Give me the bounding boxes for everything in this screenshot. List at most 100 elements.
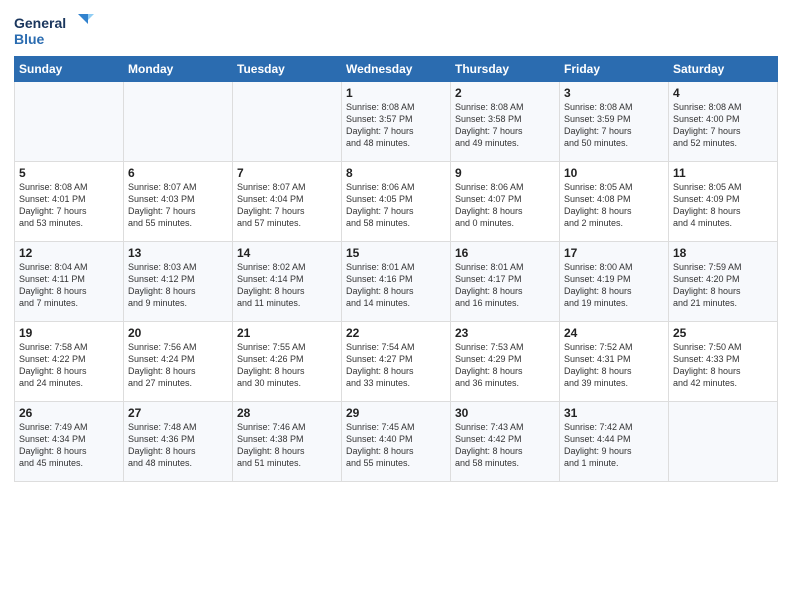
calendar-week-row: 26Sunrise: 7:49 AMSunset: 4:34 PMDayligh…: [15, 402, 778, 482]
day-number: 5: [19, 166, 119, 180]
calendar-cell: 9Sunrise: 8:06 AMSunset: 4:07 PMDaylight…: [451, 162, 560, 242]
day-number: 16: [455, 246, 555, 260]
calendar-cell: 26Sunrise: 7:49 AMSunset: 4:34 PMDayligh…: [15, 402, 124, 482]
calendar-cell: 2Sunrise: 8:08 AMSunset: 3:58 PMDaylight…: [451, 82, 560, 162]
header: General Blue: [14, 10, 778, 50]
calendar-cell: 1Sunrise: 8:08 AMSunset: 3:57 PMDaylight…: [342, 82, 451, 162]
calendar-cell: 19Sunrise: 7:58 AMSunset: 4:22 PMDayligh…: [15, 322, 124, 402]
calendar-cell: 21Sunrise: 7:55 AMSunset: 4:26 PMDayligh…: [233, 322, 342, 402]
day-number: 20: [128, 326, 228, 340]
day-info: Sunrise: 8:06 AMSunset: 4:07 PMDaylight:…: [455, 181, 555, 230]
calendar-cell: [124, 82, 233, 162]
calendar-cell: 6Sunrise: 8:07 AMSunset: 4:03 PMDaylight…: [124, 162, 233, 242]
day-number: 23: [455, 326, 555, 340]
day-number: 30: [455, 406, 555, 420]
calendar-cell: 8Sunrise: 8:06 AMSunset: 4:05 PMDaylight…: [342, 162, 451, 242]
calendar-cell: 14Sunrise: 8:02 AMSunset: 4:14 PMDayligh…: [233, 242, 342, 322]
calendar-cell: 27Sunrise: 7:48 AMSunset: 4:36 PMDayligh…: [124, 402, 233, 482]
day-info: Sunrise: 7:42 AMSunset: 4:44 PMDaylight:…: [564, 421, 664, 470]
calendar-cell: 10Sunrise: 8:05 AMSunset: 4:08 PMDayligh…: [560, 162, 669, 242]
day-number: 10: [564, 166, 664, 180]
header-day: Saturday: [669, 57, 778, 82]
calendar-table: SundayMondayTuesdayWednesdayThursdayFrid…: [14, 56, 778, 482]
day-info: Sunrise: 8:05 AMSunset: 4:08 PMDaylight:…: [564, 181, 664, 230]
day-number: 24: [564, 326, 664, 340]
header-day: Sunday: [15, 57, 124, 82]
day-number: 6: [128, 166, 228, 180]
day-info: Sunrise: 7:59 AMSunset: 4:20 PMDaylight:…: [673, 261, 773, 310]
day-info: Sunrise: 8:01 AMSunset: 4:16 PMDaylight:…: [346, 261, 446, 310]
day-number: 12: [19, 246, 119, 260]
day-number: 27: [128, 406, 228, 420]
day-info: Sunrise: 8:06 AMSunset: 4:05 PMDaylight:…: [346, 181, 446, 230]
day-info: Sunrise: 7:45 AMSunset: 4:40 PMDaylight:…: [346, 421, 446, 470]
calendar-cell: 16Sunrise: 8:01 AMSunset: 4:17 PMDayligh…: [451, 242, 560, 322]
header-day: Friday: [560, 57, 669, 82]
calendar-cell: [233, 82, 342, 162]
day-info: Sunrise: 8:07 AMSunset: 4:04 PMDaylight:…: [237, 181, 337, 230]
calendar-cell: 25Sunrise: 7:50 AMSunset: 4:33 PMDayligh…: [669, 322, 778, 402]
day-number: 9: [455, 166, 555, 180]
page-container: General Blue SundayMondayTuesdayWednesda…: [0, 0, 792, 492]
day-info: Sunrise: 8:03 AMSunset: 4:12 PMDaylight:…: [128, 261, 228, 310]
day-number: 13: [128, 246, 228, 260]
calendar-cell: 11Sunrise: 8:05 AMSunset: 4:09 PMDayligh…: [669, 162, 778, 242]
calendar-cell: 4Sunrise: 8:08 AMSunset: 4:00 PMDaylight…: [669, 82, 778, 162]
day-number: 1: [346, 86, 446, 100]
calendar-cell: 17Sunrise: 8:00 AMSunset: 4:19 PMDayligh…: [560, 242, 669, 322]
day-number: 14: [237, 246, 337, 260]
calendar-week-row: 1Sunrise: 8:08 AMSunset: 3:57 PMDaylight…: [15, 82, 778, 162]
header-day: Thursday: [451, 57, 560, 82]
day-info: Sunrise: 7:56 AMSunset: 4:24 PMDaylight:…: [128, 341, 228, 390]
header-day: Monday: [124, 57, 233, 82]
calendar-cell: 5Sunrise: 8:08 AMSunset: 4:01 PMDaylight…: [15, 162, 124, 242]
day-info: Sunrise: 8:05 AMSunset: 4:09 PMDaylight:…: [673, 181, 773, 230]
day-info: Sunrise: 7:55 AMSunset: 4:26 PMDaylight:…: [237, 341, 337, 390]
day-info: Sunrise: 8:02 AMSunset: 4:14 PMDaylight:…: [237, 261, 337, 310]
calendar-cell: 31Sunrise: 7:42 AMSunset: 4:44 PMDayligh…: [560, 402, 669, 482]
calendar-cell: 15Sunrise: 8:01 AMSunset: 4:16 PMDayligh…: [342, 242, 451, 322]
logo: General Blue: [14, 10, 94, 50]
calendar-cell: 24Sunrise: 7:52 AMSunset: 4:31 PMDayligh…: [560, 322, 669, 402]
day-info: Sunrise: 8:08 AMSunset: 3:59 PMDaylight:…: [564, 101, 664, 150]
day-number: 19: [19, 326, 119, 340]
day-info: Sunrise: 8:04 AMSunset: 4:11 PMDaylight:…: [19, 261, 119, 310]
calendar-cell: 7Sunrise: 8:07 AMSunset: 4:04 PMDaylight…: [233, 162, 342, 242]
calendar-cell: 18Sunrise: 7:59 AMSunset: 4:20 PMDayligh…: [669, 242, 778, 322]
day-number: 22: [346, 326, 446, 340]
svg-text:Blue: Blue: [14, 31, 45, 47]
day-info: Sunrise: 8:08 AMSunset: 4:01 PMDaylight:…: [19, 181, 119, 230]
day-info: Sunrise: 7:53 AMSunset: 4:29 PMDaylight:…: [455, 341, 555, 390]
day-info: Sunrise: 8:07 AMSunset: 4:03 PMDaylight:…: [128, 181, 228, 230]
day-info: Sunrise: 7:48 AMSunset: 4:36 PMDaylight:…: [128, 421, 228, 470]
header-day: Wednesday: [342, 57, 451, 82]
day-info: Sunrise: 7:58 AMSunset: 4:22 PMDaylight:…: [19, 341, 119, 390]
day-number: 3: [564, 86, 664, 100]
day-info: Sunrise: 8:08 AMSunset: 3:57 PMDaylight:…: [346, 101, 446, 150]
calendar-week-row: 19Sunrise: 7:58 AMSunset: 4:22 PMDayligh…: [15, 322, 778, 402]
day-info: Sunrise: 8:08 AMSunset: 4:00 PMDaylight:…: [673, 101, 773, 150]
svg-text:General: General: [14, 15, 66, 31]
calendar-week-row: 5Sunrise: 8:08 AMSunset: 4:01 PMDaylight…: [15, 162, 778, 242]
calendar-cell: 22Sunrise: 7:54 AMSunset: 4:27 PMDayligh…: [342, 322, 451, 402]
day-number: 28: [237, 406, 337, 420]
day-number: 8: [346, 166, 446, 180]
calendar-cell: 12Sunrise: 8:04 AMSunset: 4:11 PMDayligh…: [15, 242, 124, 322]
day-number: 15: [346, 246, 446, 260]
day-number: 25: [673, 326, 773, 340]
day-number: 31: [564, 406, 664, 420]
calendar-cell: 3Sunrise: 8:08 AMSunset: 3:59 PMDaylight…: [560, 82, 669, 162]
calendar-cell: 28Sunrise: 7:46 AMSunset: 4:38 PMDayligh…: [233, 402, 342, 482]
calendar-week-row: 12Sunrise: 8:04 AMSunset: 4:11 PMDayligh…: [15, 242, 778, 322]
day-number: 29: [346, 406, 446, 420]
day-info: Sunrise: 8:00 AMSunset: 4:19 PMDaylight:…: [564, 261, 664, 310]
day-number: 2: [455, 86, 555, 100]
day-info: Sunrise: 7:43 AMSunset: 4:42 PMDaylight:…: [455, 421, 555, 470]
calendar-cell: 29Sunrise: 7:45 AMSunset: 4:40 PMDayligh…: [342, 402, 451, 482]
day-number: 18: [673, 246, 773, 260]
calendar-cell: [15, 82, 124, 162]
day-number: 11: [673, 166, 773, 180]
calendar-cell: 30Sunrise: 7:43 AMSunset: 4:42 PMDayligh…: [451, 402, 560, 482]
logo-svg: General Blue: [14, 10, 94, 50]
header-day: Tuesday: [233, 57, 342, 82]
